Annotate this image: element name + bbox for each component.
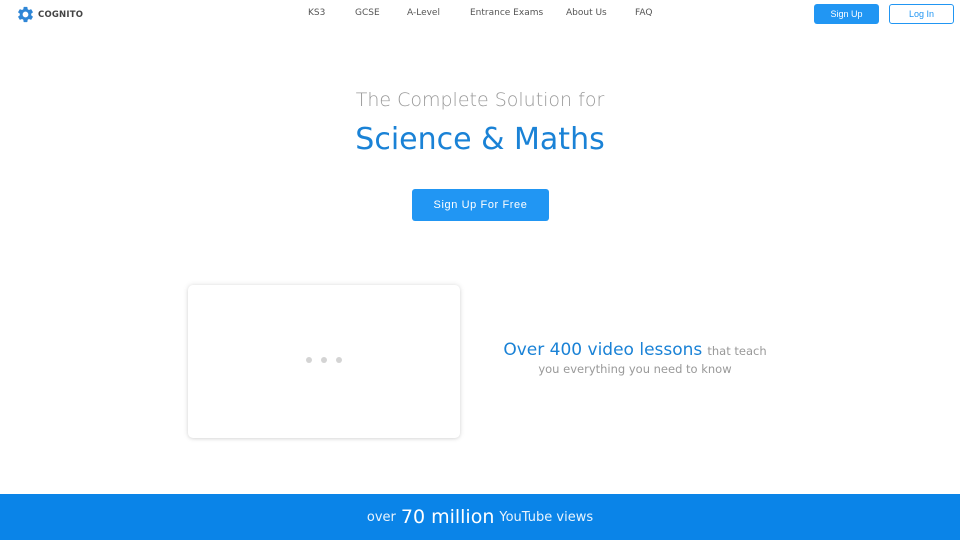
sign-up-button[interactable]: Sign Up [814, 4, 879, 24]
loader-dot [306, 357, 312, 363]
nav-link-ks3[interactable]: KS3 [308, 8, 325, 18]
nav-link-a-level[interactable]: A-Level [407, 8, 440, 18]
sign-up-free-button[interactable]: Sign Up For Free [412, 189, 549, 221]
hero-title: Science & Maths [355, 122, 605, 157]
nav-link-entrance-exams[interactable]: Entrance Exams [470, 8, 543, 18]
stats-banner: over 70 million YouTube views [0, 494, 960, 540]
video-player[interactable] [188, 285, 460, 438]
log-in-button[interactable]: Log In [889, 4, 954, 24]
stats-suffix: YouTube views [499, 509, 594, 525]
nav-link-gcse[interactable]: GCSE [355, 8, 380, 18]
lessons-text-line2: you everything you need to know [538, 362, 732, 377]
loader-dot [336, 357, 342, 363]
nav-link-faq[interactable]: FAQ [635, 8, 652, 18]
hero-subtitle: The Complete Solution for [355, 89, 605, 111]
stats-prefix: over [366, 509, 396, 525]
lessons-highlight: Over 400 video lessons [503, 340, 703, 360]
loading-dots-icon [306, 357, 342, 363]
lessons-text-line1: that teach [707, 344, 767, 358]
loader-dot [321, 357, 327, 363]
nav-link-about-us[interactable]: About Us [566, 8, 607, 18]
navbar: COGNITO KS3 GCSE A-Level Entrance Exams … [0, 0, 960, 28]
video-lessons-description: Over 400 video lessons that teach you ev… [490, 340, 780, 377]
stats-value: 70 million [400, 506, 495, 528]
